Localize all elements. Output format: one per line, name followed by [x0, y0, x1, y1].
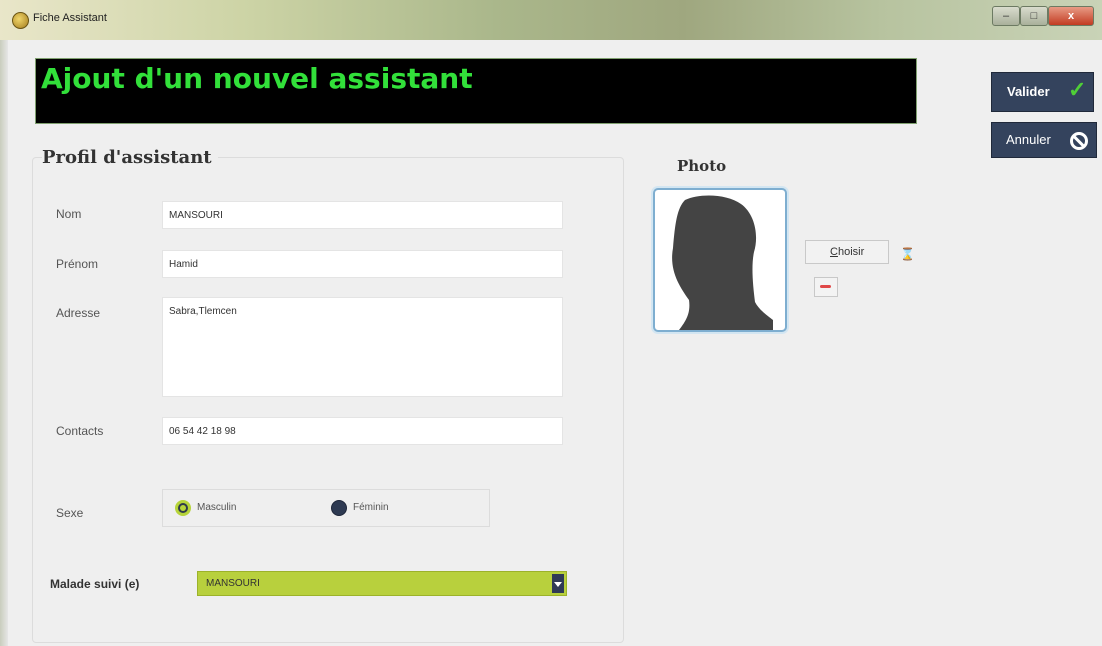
prenom-label: Prénom [56, 257, 99, 271]
adresse-field[interactable]: Sabra,Tlemcen [162, 297, 563, 397]
radio-feminin-label: Féminin [353, 502, 389, 513]
choisir-label: Choisir [830, 246, 865, 258]
nom-field[interactable]: MANSOURI [162, 201, 563, 229]
hourglass-icon: ⌛ [900, 247, 915, 261]
malade-label: Malade suivi (e) [50, 577, 140, 591]
photo-label: Photo [677, 157, 727, 175]
header-banner: Ajout d'un nouvel assistant [35, 58, 917, 124]
radio-masculin[interactable] [175, 500, 191, 516]
page-title: Ajout d'un nouvel assistant [41, 62, 473, 95]
contacts-label: Contacts [56, 424, 104, 438]
valider-label: Valider [1007, 84, 1050, 99]
close-icon[interactable]: x [1048, 6, 1094, 26]
radio-masculin-label: Masculin [197, 502, 237, 513]
radio-feminin[interactable] [331, 500, 347, 516]
remove-photo-button[interactable] [814, 277, 838, 297]
profile-title: Profil d'assistant [42, 147, 218, 168]
sexe-label: Sexe [56, 506, 84, 520]
cancel-icon [1070, 132, 1088, 150]
annuler-label: Annuler [1006, 132, 1051, 147]
dialog-content: Ajout d'un nouvel assistant Valider ✓ An… [8, 40, 1102, 646]
nom-label: Nom [56, 207, 82, 221]
malade-select[interactable]: MANSOURI [197, 571, 567, 596]
check-icon: ✓ [1068, 77, 1087, 102]
contacts-field[interactable]: 06 54 42 18 98 [162, 417, 563, 445]
window-left-border [0, 40, 8, 646]
minimize-icon[interactable]: – [992, 6, 1020, 26]
window-title: Fiche Assistant [33, 12, 107, 24]
app-icon [12, 12, 29, 29]
valider-button[interactable]: Valider ✓ [991, 72, 1094, 112]
annuler-button[interactable]: Annuler [991, 122, 1097, 158]
malade-select-value: MANSOURI [206, 578, 260, 589]
avatar-placeholder [672, 195, 773, 330]
photo-frame [653, 188, 787, 332]
adresse-label: Adresse [56, 306, 101, 320]
window-titlebar: Fiche Assistant – □ x [0, 0, 1102, 40]
prenom-field[interactable]: Hamid [162, 250, 563, 278]
choisir-button[interactable]: Choisir [805, 240, 889, 264]
sexe-radio-group: Masculin Féminin [162, 489, 490, 527]
chevron-down-icon[interactable] [552, 574, 564, 593]
maximize-icon[interactable]: □ [1020, 6, 1048, 26]
